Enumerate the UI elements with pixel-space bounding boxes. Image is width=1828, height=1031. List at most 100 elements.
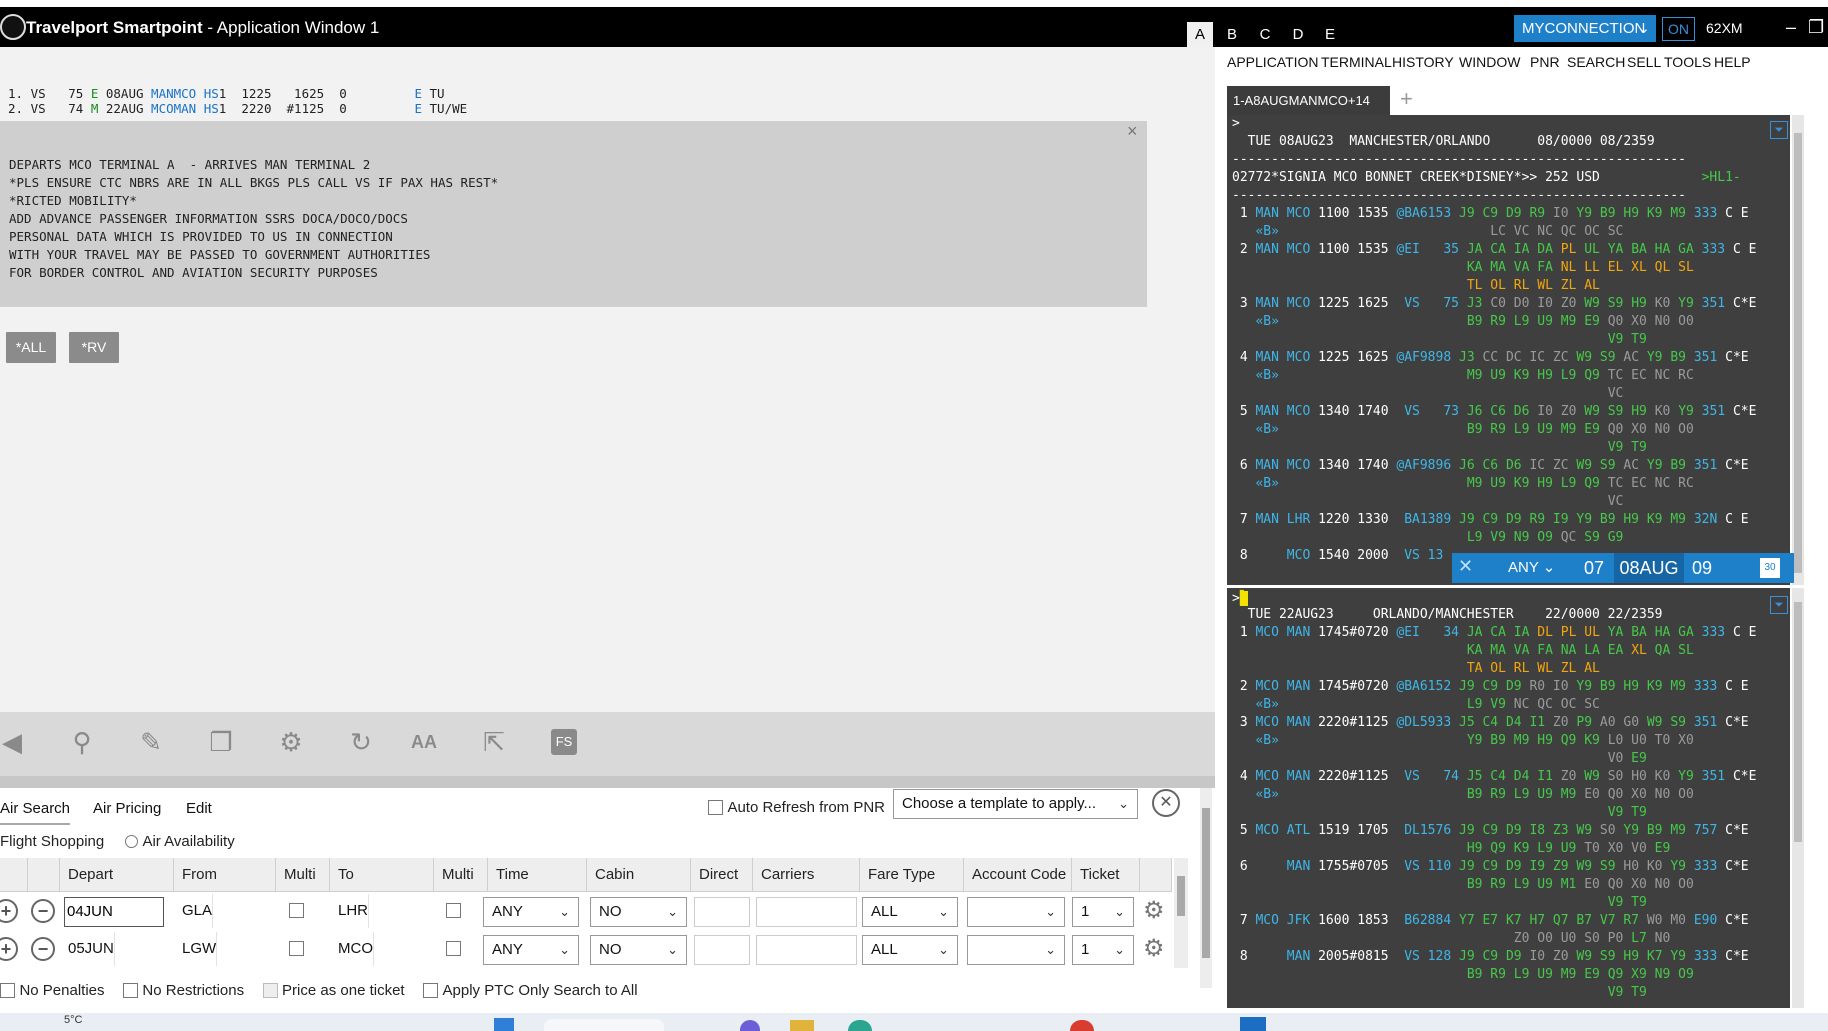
edge-icon[interactable] [848,1020,872,1031]
close-icon[interactable]: ✕ [1152,789,1180,817]
pencil-icon[interactable]: ✎ [131,722,171,762]
gear-icon[interactable]: ⚙ [1143,934,1165,963]
depart-input[interactable]: 05JUN [60,932,115,966]
multi-from-checkbox[interactable] [289,941,304,956]
window-tab-a[interactable]: A [1187,22,1213,47]
all-button[interactable]: *ALL [6,332,56,363]
collapse-icon[interactable]: ⏷ [1770,121,1788,139]
window-tab-c[interactable]: C [1252,22,1278,47]
tab-air-pricing[interactable]: Air Pricing [93,800,161,817]
on-toggle[interactable]: ON [1662,17,1695,41]
template-select[interactable]: Choose a template to apply... ⌄ [893,789,1138,819]
menu-tools[interactable]: TOOLS [1664,54,1711,70]
multi-to-checkbox[interactable] [446,941,461,956]
next-date-button[interactable]: 09 [1692,553,1712,583]
maximize-icon[interactable]: ❐ [1808,17,1824,38]
menu-search[interactable]: SEARCH [1567,54,1625,70]
gear-icon[interactable]: ⚙ [1143,896,1165,925]
flight-line[interactable]: 4 MCO MAN 2220#1125 VS 74 J5 C4 D4 I1 Z0… [1232,768,1757,822]
copy-icon[interactable]: ❐ [201,722,241,762]
window-tab-d[interactable]: D [1285,22,1311,47]
flight-line[interactable]: 8 MAN 2005#0815 VS 128 J9 C9 D9 I0 Z0 W9… [1232,948,1749,1002]
segment-line-1[interactable]: 1. VS 75 E 08AUG MANMCO HS1 1225 1625 0 … [8,86,445,101]
time-select[interactable]: ANY ⌄ [483,897,579,927]
cabin-select[interactable]: NO ⌄ [590,935,687,965]
flight-line[interactable]: 3 MAN MCO 1225 1625 VS 75 J3 C0 D0 I0 Z0… [1232,295,1757,349]
form-scrollbar[interactable] [1200,788,1212,988]
terminal-2-scrollbar[interactable] [1792,588,1804,1008]
search-icon[interactable]: ⚲ [62,722,102,762]
session-tab[interactable]: 1-A8AUGMANMCO+14 [1227,86,1390,115]
time-select[interactable]: ANY ⌄ [483,935,579,965]
prev-date-button[interactable]: 07 [1584,553,1604,583]
window-tab-b[interactable]: B [1219,22,1245,47]
flight-line[interactable]: 7 MAN LHR 1220 1330 BA1389 J9 C9 D9 R9 I… [1232,511,1749,547]
auto-refresh-checkbox[interactable]: Auto Refresh from PNR [708,799,885,817]
window-tab-e[interactable]: E [1317,22,1343,47]
carriers-input[interactable] [756,897,857,927]
direct-input[interactable] [694,935,750,965]
tab-edit[interactable]: Edit [186,800,212,817]
terminal-1-scrollbar[interactable] [1792,115,1804,585]
menu-sell[interactable]: SELL [1627,54,1661,70]
menu-terminal[interactable]: TERMINAL [1321,54,1392,70]
flight-shopping-radio[interactable]: Flight Shopping [0,833,104,851]
font-size-icon[interactable]: AA [404,722,444,762]
menu-window[interactable]: WINDOW [1459,54,1520,70]
any-time-select[interactable]: ANY ⌄ [1502,556,1564,580]
add-row-icon[interactable]: + [0,899,18,923]
flight-line[interactable]: 1 MAN MCO 1100 1535 @BA6153 J9 C9 D9 R9 … [1232,205,1749,241]
close-icon[interactable]: × [1127,121,1138,142]
minimize-icon[interactable]: – [1786,17,1796,38]
account-code-select[interactable]: ⌄ [967,935,1065,965]
direct-input[interactable] [694,897,750,927]
from-cell[interactable]: LGW [174,932,218,966]
price-as-one-ticket-checkbox[interactable]: Price as one ticket [262,982,405,999]
flight-line[interactable]: 6 MAN 1755#0705 VS 110 J9 C9 D9 I9 Z9 W9… [1232,858,1749,912]
multi-to-checkbox[interactable] [446,903,461,918]
from-cell[interactable]: GLA [174,894,214,928]
flight-line[interactable]: 2 MAN MCO 1100 1535 @EI 35 JA CA IA DA P… [1232,241,1757,295]
grid-scrollbar[interactable] [1174,858,1188,968]
terminal-window-2[interactable]: >▌ TUE 22AUG23 ORLANDO/MANCHESTER 22/000… [1227,588,1790,1008]
apply-ptc-checkbox[interactable]: Apply PTC Only Search to All [423,982,638,999]
fare-type-select[interactable]: ALL ⌄ [862,897,958,927]
external-link-icon[interactable]: ⇱ [474,722,514,762]
flight-line[interactable]: 3 MCO MAN 2220#1125 @DL5933 J5 C4 D4 I1 … [1232,714,1749,768]
flight-line[interactable]: 1 MCO MAN 1745#0720 @EI 34 JA CA IA DL P… [1232,624,1757,678]
tab-air-search[interactable]: Air Search [0,800,71,825]
close-icon[interactable]: ✕ [1458,556,1473,577]
account-code-select[interactable]: ⌄ [967,897,1065,927]
flight-line[interactable]: 4 MAN MCO 1225 1625 @AF9898 J3 CC DC IC … [1232,349,1749,403]
taskbar-search[interactable] [544,1019,664,1031]
segment-line-2[interactable]: 2. VS 74 M 22AUG MCOMAN HS1 2220 #1125 0… [8,101,467,116]
remove-row-icon[interactable]: − [31,937,55,961]
refresh-icon[interactable]: ↻ [341,722,381,762]
carriers-input[interactable] [756,935,857,965]
teams-icon[interactable] [740,1020,760,1031]
gear-icon[interactable]: ⚙ [271,722,311,762]
add-tab-icon[interactable]: + [1400,86,1413,112]
to-cell[interactable]: MCO [330,932,374,966]
outlook-icon[interactable] [1240,1017,1266,1031]
terminal-window-1[interactable]: > TUE 08AUG23 MANCHESTER/ORLANDO 08/0000… [1227,115,1790,585]
chrome-icon[interactable] [1070,1020,1094,1031]
connection-select[interactable]: MYCONNECTION ⌄ [1514,15,1656,42]
menu-help[interactable]: HELP [1714,54,1751,70]
air-availability-radio[interactable]: Air Availability [125,833,235,851]
cabin-select[interactable]: NO ⌄ [590,897,687,927]
flight-line[interactable]: 2 MCO MAN 1745#0720 @BA6152 J9 C9 D9 R0 … [1232,678,1749,714]
ticket-select[interactable]: 1 ⌄ [1072,935,1134,965]
menu-application[interactable]: APPLICATION [1227,54,1319,70]
calendar-icon[interactable]: 30 [1760,558,1780,578]
collapse-icon[interactable]: ⏷ [1770,596,1788,614]
menu-pnr[interactable]: PNR [1530,54,1560,70]
fs-icon[interactable]: FS [544,722,584,762]
windows-start-icon[interactable] [494,1018,514,1031]
flight-line[interactable]: 5 MCO ATL 1519 1705 DL1576 J9 C9 D9 I8 Z… [1232,822,1749,858]
ticket-select[interactable]: 1 ⌄ [1072,897,1134,927]
fare-type-select[interactable]: ALL ⌄ [862,935,958,965]
pane-splitter[interactable] [0,776,1215,788]
menu-history[interactable]: HISTORY [1392,54,1454,70]
no-restrictions-checkbox[interactable]: No Restrictions [122,982,244,999]
